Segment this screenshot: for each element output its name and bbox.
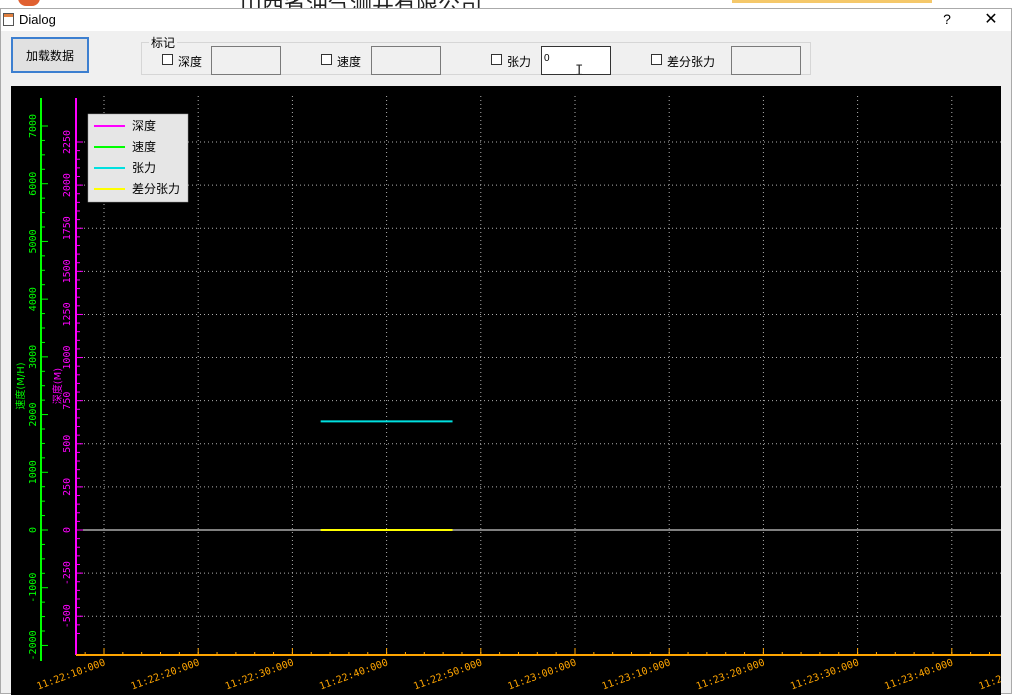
speed-axis-tick-label: -1000 [28,573,39,603]
background-toolbar-strip [732,0,932,3]
time-axis-tick-label: 11:22:10:000 [35,657,107,692]
time-axis-tick-label: 11:23:20:000 [695,657,767,692]
dialog-window: Dialog ? ✕ 加载数据 标记 深度 速度 张力 0 I 差分张力 -20… [0,8,1021,695]
legend-label: 速度 [132,139,156,154]
time-axis-tick-label: 11:22:20:000 [130,657,202,692]
depth-axis-tick-label: 1250 [62,302,73,326]
speed-axis-tick-label: 1000 [28,460,39,484]
time-axis-tick-label: 11:22:40:000 [318,657,390,692]
depth-axis-tick-label: 2250 [62,130,73,154]
speed-axis-title: 速度(M/H) [14,362,27,409]
depth-axis-tick-label: 0 [62,527,73,533]
speed-axis-tick-label: 0 [28,527,39,533]
time-axis-tick-label: 11:23:30:000 [789,657,861,692]
legend-label: 深度 [132,118,156,133]
time-axis-tick-label: 11:23:50:000 [977,657,1001,692]
depth-axis-tick-label: -500 [62,604,73,628]
speed-axis-tick-label: 4000 [28,287,39,311]
depth-axis-tick-label: 1750 [62,216,73,240]
depth-marker-checkbox[interactable] [162,54,173,65]
close-button[interactable]: ✕ [981,9,1001,29]
help-button[interactable]: ? [939,11,955,27]
diff-tension-marker-checkbox[interactable] [651,54,662,65]
depth-axis-tick-label: -250 [62,561,73,585]
diff-tension-marker-input[interactable] [731,46,801,75]
chart-svg: -2000-100001000200030004000500060007000速… [14,96,1021,693]
window-icon [3,13,14,26]
depth-axis-tick-label: 1500 [62,259,73,283]
window-title: Dialog [19,12,56,27]
marker-group-title: 标记 [149,34,178,51]
legend-label: 差分张力 [132,182,180,196]
legend-label: 张力 [132,161,156,175]
time-axis-tick-label: 11:23:00:000 [506,657,578,692]
speed-marker-checkbox[interactable] [321,54,332,65]
background-logo-icon [18,0,40,6]
tension-marker-checkbox[interactable] [491,54,502,65]
depth-marker-label: 深度 [178,55,203,69]
depth-axis-tick-label: 500 [62,435,73,453]
speed-marker-label: 速度 [337,55,362,69]
text-cursor-icon: I [575,63,584,79]
time-axis-tick-label: 11:23:40:000 [883,657,955,692]
background-app-title: 山西省油气测井有限公司 [240,0,482,8]
tension-marker-label: 张力 [507,55,532,69]
speed-axis-tick-label: 5000 [28,229,39,253]
time-axis-tick-label: 11:23:10:000 [601,657,673,692]
load-data-button[interactable]: 加载数据 [11,37,89,73]
depth-marker-input[interactable] [211,46,281,75]
time-axis-tick-label: 11:22:50:000 [412,657,484,692]
time-axis-tick-label: 11:22:30:000 [224,657,296,692]
speed-axis-tick-label: 3000 [28,345,39,369]
diff-tension-marker-label: 差分张力 [667,55,716,69]
speed-axis-tick-label: 2000 [28,403,39,427]
depth-axis-tick-label: 250 [62,478,73,496]
chart-area[interactable]: -2000 -1000 0 1000 2000 3000 4000 5000 6000 7000 速… [11,86,1021,695]
speed-axis-tick-label: 6000 [28,172,39,196]
background-app-strip: 山西省油气测井有限公司 [0,0,1021,8]
title-bar: Dialog ? ✕ [1,9,1011,31]
speed-axis-tick-label: -2000 [28,630,39,660]
depth-axis-tick-label: 2000 [62,173,73,197]
speed-marker-input[interactable] [371,46,441,75]
depth-axis-title: 深度(M) [51,368,64,405]
depth-axis-tick-label: 1000 [62,346,73,370]
speed-axis-tick-label: 7000 [28,114,39,138]
